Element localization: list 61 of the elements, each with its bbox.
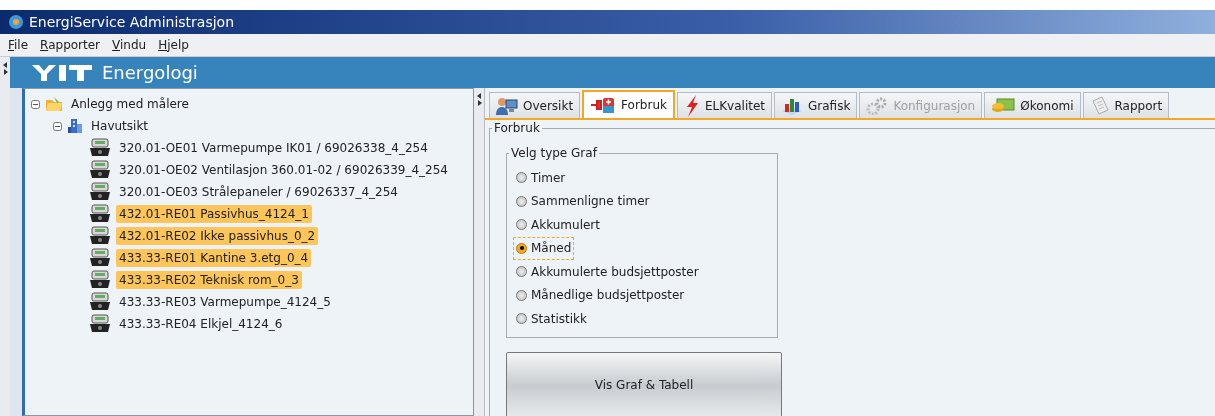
app-name: Energologi [102,62,198,83]
plug-battery-icon [590,96,617,114]
tab[interactable]: ELKvalitet [676,92,773,118]
menu-item[interactable]: Vindu [112,38,147,52]
gears-icon [866,96,889,115]
radio-button[interactable] [516,289,527,301]
meter-icon [89,248,111,268]
meter-icon [89,292,111,312]
splitter-arrows-icon[interactable] [1,61,9,75]
tree-item[interactable]: 432.01-RE01 Passivhus_4124_1 [116,205,312,223]
radio-button[interactable] [516,195,527,207]
radio-label[interactable]: Akkumulert [531,217,600,232]
money-icon [991,97,1016,114]
menu-item[interactable]: File [8,38,29,52]
building-icon [67,118,83,134]
meter-icon [89,138,111,158]
menu-item[interactable]: Rapporter [40,38,101,52]
tab[interactable]: Forbruk [582,90,675,118]
tree-item[interactable]: 320.01-OE02 Ventilasjon 360.01-02 / 69026339_4_254 [116,161,451,179]
folder-icon [45,96,63,112]
collapse-icon[interactable] [53,121,62,131]
radio-button[interactable] [516,242,527,254]
radio-button[interactable] [516,313,527,325]
meter-icon [89,182,111,202]
group-title: Velg type Graf [509,146,599,160]
panel-title: Forbruk [492,121,542,135]
radio-button[interactable] [516,219,527,231]
menu-item[interactable]: Hjelp [158,38,189,52]
tab[interactable]: Oversikt [489,92,581,118]
radio-label[interactable]: Akkumulerte budsjettposter [531,264,699,279]
tree-item[interactable]: Anlegg med målere [68,95,192,113]
radio-button[interactable] [516,266,527,278]
tree-item[interactable]: 433.33-RE01 Kantine 3.etg_0_4 [116,249,312,267]
people-computer-icon [496,96,518,115]
tree-item[interactable]: 432.01-RE02 Ikke passivhus_0_2 [116,227,319,245]
tree-item[interactable]: 433.33-RE03 Varmepumpe_4124_5 [116,293,334,311]
app-icon [8,14,24,30]
radio-label[interactable]: Månedlige budsjettposter [531,288,685,303]
tab[interactable]: Rapport [1082,92,1170,118]
radio-label[interactable]: Sammenligne timer [531,194,650,209]
meter-icon [89,226,111,246]
tree-item[interactable]: 320.01-OE01 Varmepumpe IK01 / 69026338_4_254 [116,139,431,157]
meter-icon [89,314,111,334]
meter-icon [89,160,111,180]
meter-icon [89,270,111,290]
logo-icon [32,64,92,81]
show-graph-button[interactable]: Vis Graf & Tabell [506,351,782,416]
window-title: EnergiService Administrasjon [29,14,235,30]
splitter-arrows-icon[interactable] [475,92,483,106]
document-icon [1089,95,1110,116]
meter-icon [89,204,111,224]
radio-label[interactable]: Timer [531,170,566,185]
tree-item[interactable]: 433.33-RE02 Teknisk rom_0_3 [116,271,302,289]
tree-item[interactable]: Havutsikt [88,117,152,135]
tab[interactable]: Grafisk [774,92,858,118]
tab[interactable]: Økonomi [984,92,1081,118]
radio-label[interactable]: Statistikk [531,311,587,326]
collapse-icon[interactable] [31,99,40,109]
tree-item[interactable]: 320.01-OE03 Strålepaneler / 69026337_4_254 [116,183,401,201]
tree-item[interactable]: 433.33-RE04 Elkjel_4124_6 [116,315,286,333]
radio-button[interactable] [516,172,527,184]
